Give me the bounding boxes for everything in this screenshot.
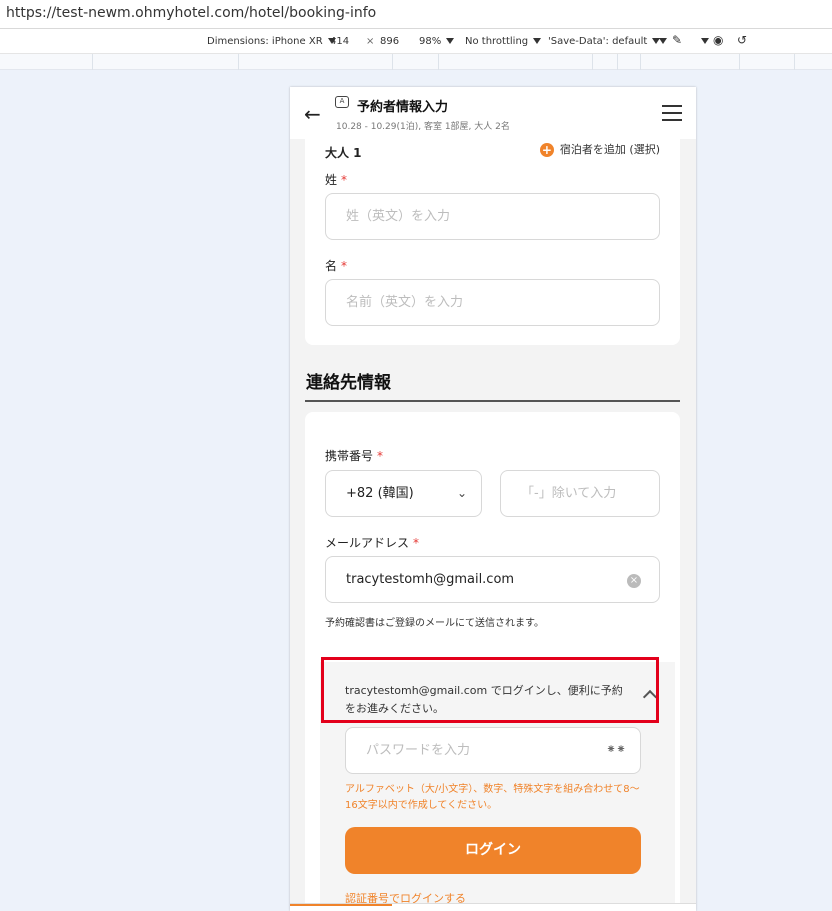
clear-input-icon[interactable]: × — [627, 574, 641, 588]
throttling-label: No throttling — [465, 36, 529, 47]
first-name-label: 名 * — [325, 259, 348, 273]
email-label: メールアドレス * — [325, 536, 420, 550]
add-guest-label: 宿泊者を追加 (選択) — [559, 143, 660, 156]
dimensions-select[interactable]: Dimensions: iPhone XR — [207, 36, 336, 47]
ruler-tick — [92, 54, 93, 70]
eye-closed-icon[interactable]: ⁕⁕ — [606, 742, 626, 756]
password-input[interactable]: パスワードを入力 — [345, 727, 641, 774]
back-arrow-icon[interactable]: ← — [304, 102, 321, 126]
plus-icon: + — [539, 143, 554, 157]
url-text[interactable]: https://test-newm.ohmyhotel.com/hotel/bo… — [6, 5, 376, 21]
dimensions-label: Dimensions: iPhone XR — [207, 36, 323, 47]
ruler-tick — [592, 54, 593, 70]
country-code-select[interactable]: +82 (韓国) ⌄ — [325, 470, 482, 517]
ruler-tick — [794, 54, 795, 70]
email-value: tracytestomh@gmail.com — [346, 572, 515, 587]
page-title: 予約者情報入力 — [357, 100, 449, 115]
throttling-select[interactable]: No throttling — [465, 36, 542, 47]
ruler-tick — [238, 54, 239, 70]
eyedropper-icon[interactable]: ✎ — [672, 33, 682, 47]
rotate-icon[interactable]: ↺ — [737, 33, 747, 47]
ruler-tick — [438, 54, 439, 70]
last-name-label: 姓 * — [325, 173, 348, 187]
options-dropdown[interactable] — [696, 36, 709, 47]
last-name-input[interactable]: 姓（英文）を入力 — [325, 193, 660, 240]
country-code-value: +82 (韓国) — [346, 486, 414, 501]
email-note: 予約確認書はご登録のメールにて送信されます。 — [325, 618, 544, 629]
zoom-label: 98% — [419, 36, 442, 47]
dropdown-icon — [533, 38, 542, 44]
ruler-tick — [739, 54, 740, 70]
email-input[interactable]: tracytestomh@gmail.com — [325, 556, 660, 603]
required-mark: * — [413, 536, 420, 550]
guest-label: 大人 1 — [325, 146, 362, 160]
media-query-ruler — [0, 54, 832, 70]
dropdown-icon — [659, 38, 667, 44]
more-dropdown[interactable] — [654, 36, 667, 47]
active-tab-indicator — [290, 904, 392, 906]
height-input[interactable]: 896 — [380, 36, 399, 47]
first-name-input[interactable]: 名前（英文）を入力 — [325, 279, 660, 326]
phone-number-input[interactable]: 「-」除いて入力 — [500, 470, 660, 517]
browser-url-bar[interactable]: https://test-newm.ohmyhotel.com/hotel/bo… — [0, 0, 832, 29]
highlight-box — [321, 657, 659, 723]
booking-summary: 10.28 - 10.29(1泊), 客室 1部屋, 大人 2名 — [336, 122, 510, 132]
save-data-label: 'Save-Data': default — [548, 36, 648, 47]
chevron-down-icon: ⌄ — [456, 486, 467, 500]
eye-icon[interactable]: ◉ — [713, 33, 723, 47]
width-input[interactable]: 414 — [330, 36, 349, 47]
password-rule-note: アルファベット（大/小文字）、数字、特殊文字を組み合わせて8～16文字以内で作成… — [345, 784, 640, 811]
contact-section-title: 連絡先情報 — [306, 373, 391, 393]
times-sign: × — [366, 36, 375, 47]
required-mark: * — [341, 259, 348, 273]
phone-screen: ← A 予約者情報入力 10.28 - 10.29(1泊), 客室 1部屋, 大… — [290, 87, 696, 911]
ruler-tick — [392, 54, 393, 70]
required-mark: * — [377, 449, 384, 463]
bottom-tab-bar — [290, 903, 696, 911]
app-header: ← A 予約者情報入力 10.28 - 10.29(1泊), 客室 1部屋, 大… — [290, 87, 696, 139]
save-data-select[interactable]: 'Save-Data': default — [548, 36, 661, 47]
login-button[interactable]: ログイン — [345, 827, 641, 874]
ruler-tick — [617, 54, 618, 70]
section-divider — [305, 400, 680, 402]
guest-info-card: 大人 1 + 宿泊者を追加 (選択) 姓 * 姓（英文）を入力 名 * 名前（英文）を… — [305, 139, 680, 345]
required-mark: * — [341, 173, 348, 187]
add-guest-button[interactable]: + 宿泊者を追加 (選択) — [539, 141, 660, 157]
zoom-select[interactable]: 98% — [419, 36, 455, 47]
dropdown-icon — [701, 38, 709, 44]
ruler-tick — [640, 54, 641, 70]
hamburger-menu-icon[interactable] — [662, 105, 682, 121]
phone-label: 携帯番号 * — [325, 449, 384, 463]
dropdown-icon — [446, 38, 455, 44]
devtools-device-toolbar: Dimensions: iPhone XR 414 × 896 98% No t… — [0, 29, 832, 54]
id-card-icon: A — [335, 96, 349, 108]
